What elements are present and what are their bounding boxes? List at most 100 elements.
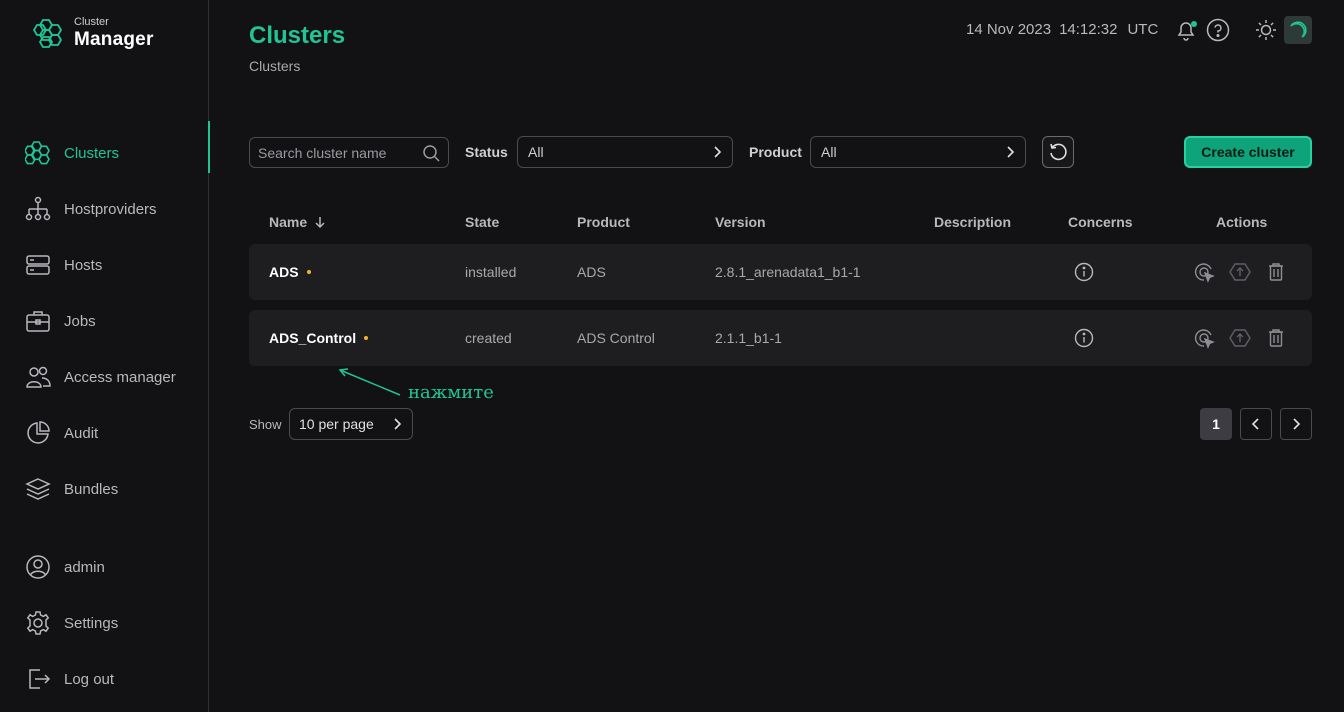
- table-row[interactable]: ADS installed ADS 2.8.1_arenadata1_b1-1: [249, 244, 1312, 300]
- cluster-name-cell[interactable]: ADS_Control: [269, 330, 369, 346]
- info-icon[interactable]: [1072, 326, 1096, 350]
- timezone-text: UTC: [1127, 21, 1159, 38]
- sidebar-item-clusters[interactable]: Clusters: [0, 121, 210, 173]
- sidebar: Cluster Manager Clusters Hostproviders H…: [0, 0, 210, 712]
- column-header-product: Product: [577, 214, 630, 230]
- time-text: 14:12:32: [1059, 21, 1118, 38]
- sidebar-item-label: Settings: [64, 614, 119, 632]
- show-label: Show: [249, 417, 282, 432]
- cluster-product-cell: ADS Control: [577, 330, 655, 346]
- cluster-version-cell: 2.1.1_b1-1: [715, 330, 782, 346]
- sidebar-item-hosts[interactable]: Hosts: [0, 245, 209, 285]
- next-page-button[interactable]: [1280, 408, 1312, 440]
- run-action-icon[interactable]: [1192, 260, 1216, 284]
- logo-big-text: Manager: [74, 29, 154, 50]
- sidebar-item-label: Log out: [64, 670, 115, 688]
- sidebar-item-label: Clusters: [64, 144, 120, 162]
- sidebar-item-bundles[interactable]: Bundles: [0, 469, 209, 509]
- logo-small-text: Cluster: [74, 16, 109, 28]
- create-cluster-button[interactable]: Create cluster: [1184, 136, 1312, 168]
- sidebar-item-hostproviders[interactable]: Hostproviders: [0, 189, 209, 229]
- chevron-right-icon: [1293, 418, 1301, 430]
- sidebar-item-label: Bundles: [64, 480, 119, 498]
- sidebar-item-label: admin: [64, 558, 105, 576]
- sidebar-item-logout[interactable]: Log out: [0, 659, 209, 699]
- sidebar-item-label: Hostproviders: [64, 200, 157, 218]
- status-select[interactable]: All: [517, 136, 733, 168]
- moon-icon[interactable]: [1284, 16, 1312, 44]
- sidebar-item-label: Access manager: [64, 368, 176, 386]
- gear-icon: [24, 609, 52, 637]
- user-icon: [24, 553, 52, 581]
- status-filter-label: Status: [465, 144, 508, 160]
- chevron-right-icon: [714, 146, 722, 158]
- concern-dot: [306, 270, 311, 274]
- upgrade-icon[interactable]: [1228, 260, 1252, 284]
- product-filter-label: Product: [749, 144, 802, 160]
- sort-down-icon: [315, 217, 325, 229]
- sidebar-item-audit[interactable]: Audit: [0, 413, 209, 453]
- annotation-text: нажмите: [408, 382, 494, 403]
- sidebar-item-settings[interactable]: Settings: [0, 603, 209, 643]
- cluster-name-link[interactable]: ADS: [269, 264, 299, 280]
- cluster-name-link[interactable]: ADS_Control: [269, 330, 356, 346]
- column-header-description: Description: [934, 214, 1012, 230]
- table-row[interactable]: ADS_Control created ADS Control 2.1.1_b1…: [249, 310, 1312, 366]
- bundles-icon: [24, 475, 52, 503]
- sidebar-item-label: Audit: [64, 424, 99, 442]
- page-button-current[interactable]: 1: [1200, 408, 1232, 440]
- search-input[interactable]: [258, 144, 418, 161]
- concern-dot: [364, 336, 369, 340]
- help-icon[interactable]: [1204, 16, 1232, 44]
- per-page-select[interactable]: 10 per page: [289, 408, 413, 440]
- column-header-state: State: [465, 214, 500, 230]
- column-header-label: Name: [269, 214, 308, 230]
- hostproviders-icon: [24, 195, 52, 223]
- reset-filters-button[interactable]: [1042, 136, 1074, 168]
- cluster-name-cell[interactable]: ADS: [269, 264, 311, 280]
- cluster-version-cell: 2.8.1_arenadata1_b1-1: [715, 264, 861, 280]
- info-icon[interactable]: [1072, 260, 1096, 284]
- sun-icon[interactable]: [1252, 16, 1280, 44]
- product-select-value: All: [821, 144, 837, 160]
- column-header-name[interactable]: Name: [269, 214, 327, 230]
- jobs-icon: [24, 307, 52, 335]
- sidebar-item-label: Hosts: [64, 256, 103, 274]
- page-title: Clusters: [249, 22, 346, 49]
- app-logo[interactable]: Cluster Manager: [32, 16, 154, 50]
- date-text: 14 Nov 2023: [966, 21, 1052, 38]
- column-header-concerns: Concerns: [1068, 214, 1133, 230]
- cluster-product-cell: ADS: [577, 264, 606, 280]
- bell-icon[interactable]: [1172, 16, 1200, 44]
- access-manager-icon: [24, 363, 52, 391]
- search-box: [249, 137, 449, 168]
- breadcrumb[interactable]: Clusters: [249, 58, 300, 74]
- sidebar-item-label: Jobs: [64, 312, 96, 330]
- column-header-actions: Actions: [1216, 214, 1268, 230]
- audit-icon: [24, 419, 52, 447]
- hosts-icon: [24, 251, 52, 279]
- status-select-value: All: [528, 144, 544, 160]
- cluster-state-cell: created: [465, 330, 512, 346]
- reset-icon: [1050, 143, 1067, 161]
- hexagon-logo-icon: [32, 19, 63, 48]
- cluster-state-cell: installed: [465, 264, 517, 280]
- search-icon[interactable]: [422, 144, 440, 162]
- datetime: 14 Nov 2023 14:12:32 UTC: [966, 21, 1158, 38]
- run-action-icon[interactable]: [1192, 326, 1216, 350]
- per-page-value: 10 per page: [299, 416, 374, 432]
- sidebar-item-jobs[interactable]: Jobs: [0, 301, 209, 341]
- sidebar-item-access-manager[interactable]: Access manager: [0, 357, 209, 397]
- chevron-right-icon: [1007, 146, 1015, 158]
- product-select[interactable]: All: [810, 136, 1026, 168]
- trash-icon[interactable]: [1264, 326, 1288, 350]
- chevron-left-icon: [1251, 418, 1259, 430]
- clusters-icon: [24, 139, 52, 167]
- logout-icon: [24, 665, 52, 693]
- trash-icon[interactable]: [1264, 260, 1288, 284]
- column-header-version: Version: [715, 214, 766, 230]
- annotation-arrow-icon: [338, 368, 401, 396]
- sidebar-item-admin[interactable]: admin: [0, 547, 209, 587]
- prev-page-button[interactable]: [1240, 408, 1272, 440]
- upgrade-icon[interactable]: [1228, 326, 1252, 350]
